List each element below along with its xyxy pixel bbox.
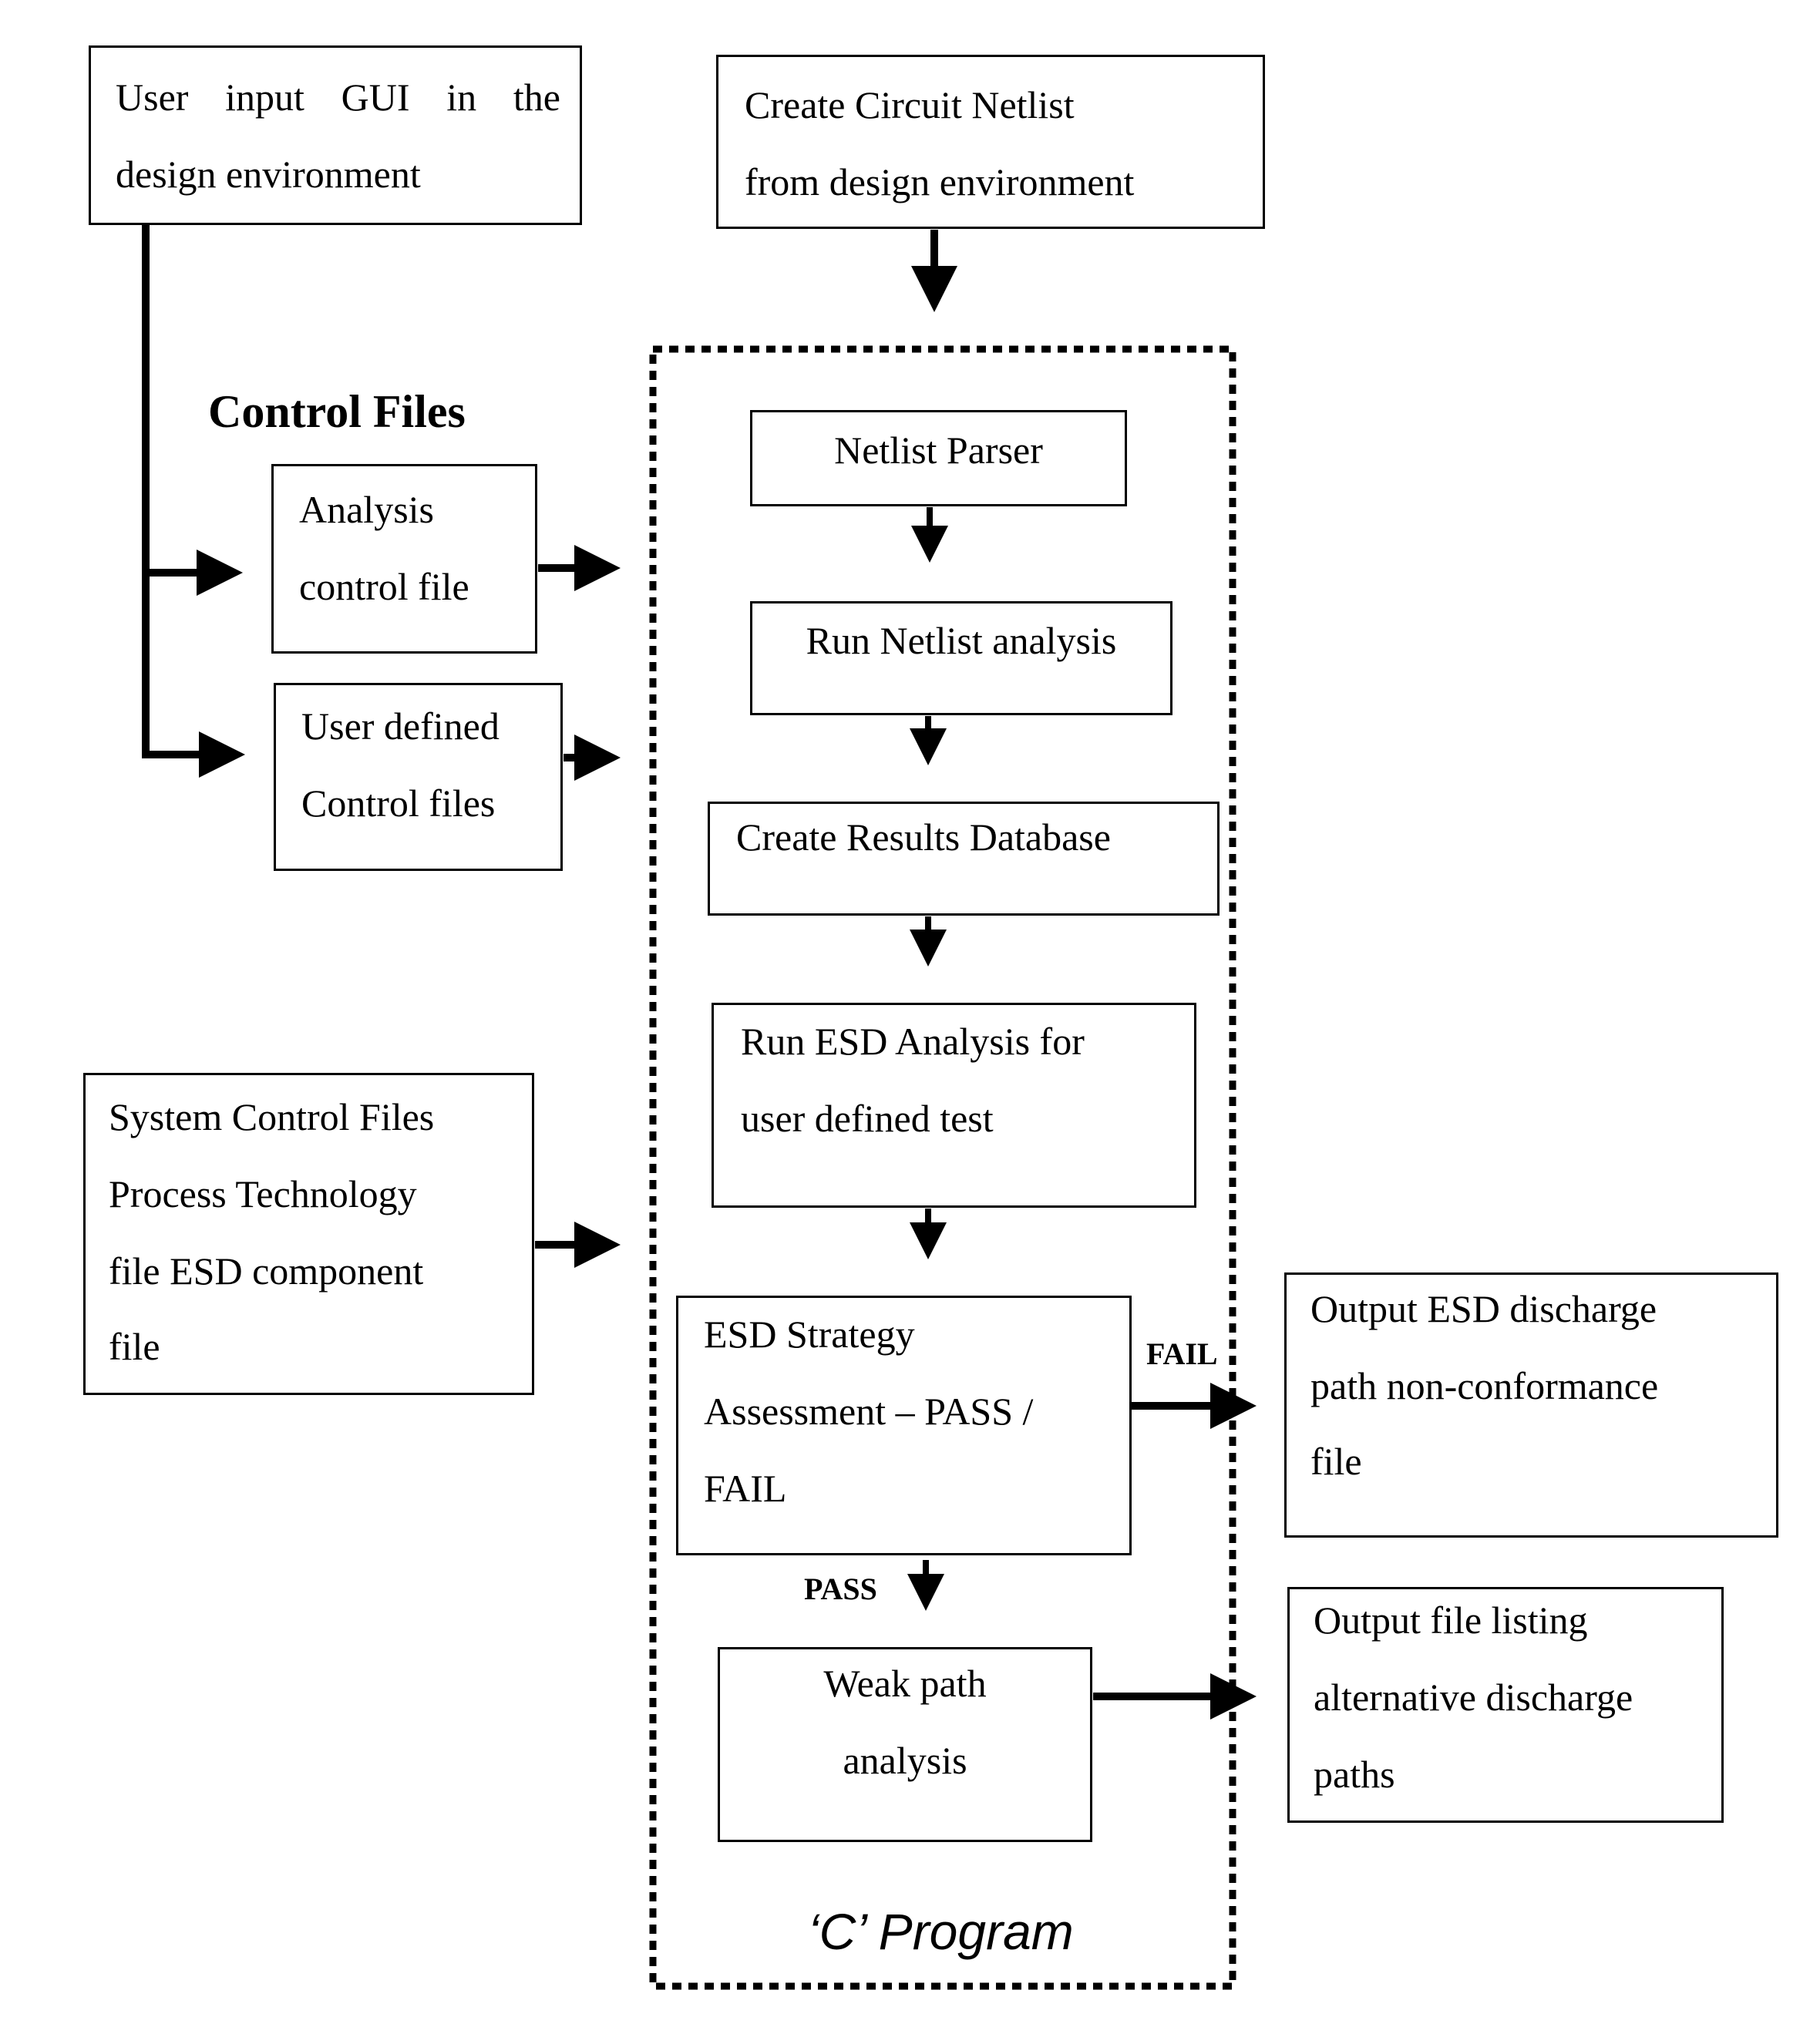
box-text: User input GUI in the <box>116 76 560 119</box>
box-create-netlist: Create Circuit Netlist from design envir… <box>716 55 1265 229</box>
box-text: Run Netlist analysis <box>806 619 1117 662</box>
control-files-heading: Control Files <box>208 386 466 437</box>
box-text: Create Circuit Netlist <box>745 83 1075 126</box>
box-system-control: System Control Files Process Technology … <box>83 1073 534 1395</box>
fail-label: FAIL <box>1146 1336 1218 1371</box>
box-text: Run ESD Analysis for <box>741 1020 1085 1063</box>
box-text: Output ESD discharge <box>1310 1287 1657 1330</box>
box-text: Weak path <box>823 1662 987 1705</box>
box-text: alternative discharge <box>1314 1676 1633 1719</box>
box-text: path non-conformance <box>1310 1364 1659 1407</box>
box-text: Analysis <box>299 488 434 531</box>
box-text: System Control Files <box>109 1095 435 1138</box>
box-text: Netlist Parser <box>834 429 1043 472</box>
box-text: control file <box>299 565 469 608</box>
box-text: file <box>1310 1440 1362 1483</box>
box-output-alternative: Output file listing alternative discharg… <box>1287 1587 1724 1823</box>
box-esd-strategy: ESD Strategy Assessment – PASS / FAIL <box>676 1296 1132 1555</box>
box-text: Create Results Database <box>736 815 1111 859</box>
box-user-input-gui: User input GUI in the design environment <box>89 45 582 225</box>
box-output-nonconformance: Output ESD discharge path non-conformanc… <box>1284 1272 1778 1538</box>
box-text: design environment <box>116 153 421 196</box>
box-text: paths <box>1314 1753 1395 1796</box>
c-program-label: ‘C’ Program <box>808 1903 1074 1960</box>
box-analysis-control: Analysis control file <box>271 464 537 654</box>
pass-label: PASS <box>804 1572 877 1606</box>
box-run-netlist-analysis: Run Netlist analysis <box>750 601 1172 715</box>
box-user-defined-control: User defined Control files <box>274 683 563 871</box>
box-text: Assessment – PASS / <box>704 1390 1034 1433</box>
box-text: User defined <box>301 704 500 748</box>
box-text: from design environment <box>745 160 1135 203</box>
box-run-esd-analysis: Run ESD Analysis for user defined test <box>712 1003 1196 1208</box>
box-text: analysis <box>843 1739 967 1782</box>
box-text: file ESD component <box>109 1249 424 1293</box>
box-text: user defined test <box>741 1097 994 1140</box>
box-netlist-parser: Netlist Parser <box>750 410 1127 506</box>
box-text: file <box>109 1325 160 1368</box>
box-text: FAIL <box>704 1467 787 1510</box>
box-text: Output file listing <box>1314 1599 1588 1642</box>
box-create-results-db: Create Results Database <box>708 802 1220 916</box>
box-text: Process Technology <box>109 1172 417 1215</box>
box-weak-path: Weak path analysis <box>718 1647 1092 1842</box>
box-text: Control files <box>301 782 496 825</box>
box-text: ESD Strategy <box>704 1313 915 1356</box>
